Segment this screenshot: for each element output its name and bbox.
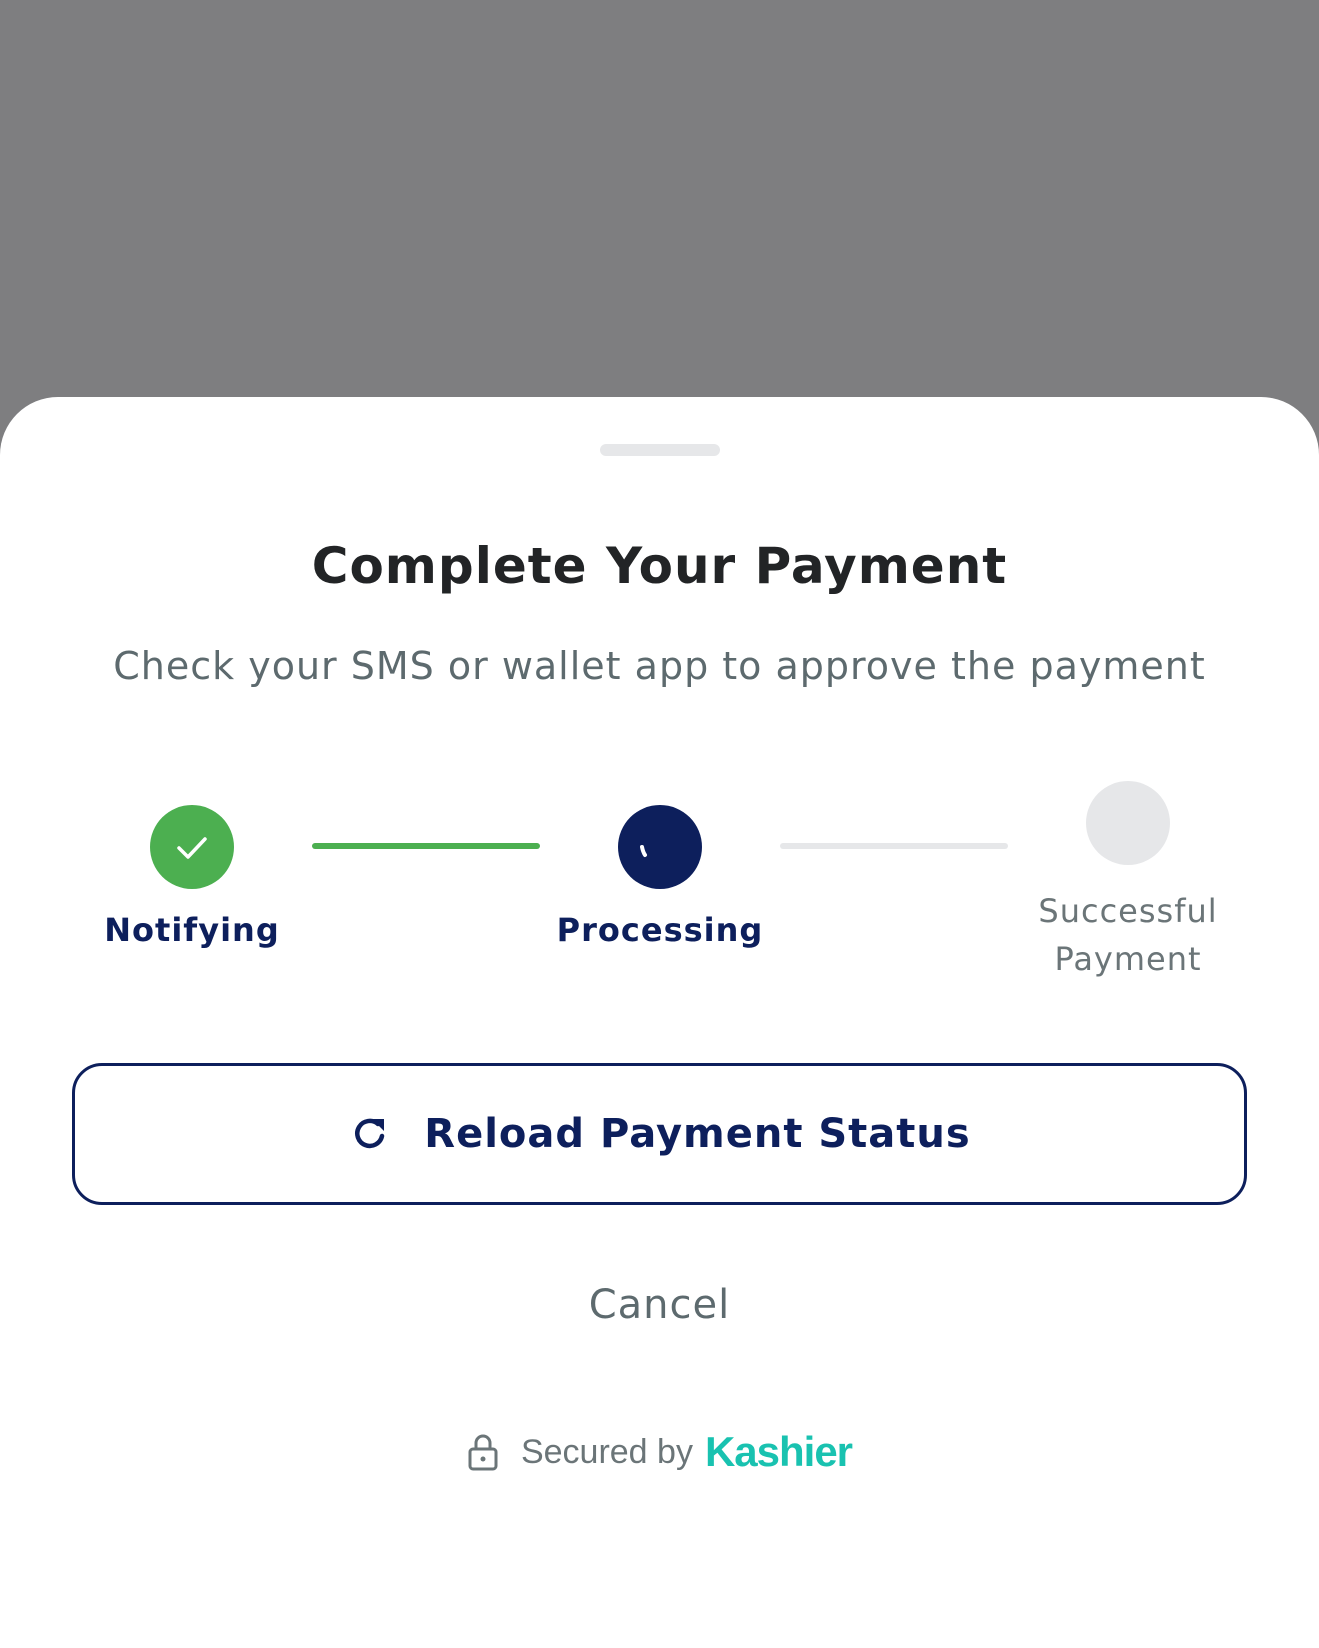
secured-by-footer: Secured by Kashier <box>0 1427 1319 1477</box>
payment-bottom-sheet: Complete Your Payment Check your SMS or … <box>0 397 1319 1648</box>
step-connector-completed <box>312 843 540 849</box>
step-successful-indicator <box>1086 781 1170 865</box>
cancel-button[interactable]: Cancel <box>0 1282 1319 1328</box>
page-subtitle: Check your SMS or wallet app to approve … <box>113 644 1206 688</box>
modal-backdrop[interactable] <box>0 0 1319 400</box>
step-successful-label: Successful Payment <box>998 887 1258 983</box>
drag-handle[interactable] <box>600 444 720 456</box>
step-processing-indicator <box>618 805 702 889</box>
step-processing-label: Processing <box>556 911 764 949</box>
step-notifying-label: Notifying <box>104 911 280 949</box>
refresh-icon <box>355 1118 385 1149</box>
spinner-icon <box>640 845 647 857</box>
reload-payment-status-button[interactable]: Reload Payment Status <box>72 1063 1247 1205</box>
kashier-logo: Kashier <box>704 1428 853 1475</box>
check-icon <box>177 837 207 859</box>
secured-by-text: Secured by <box>520 1432 693 1471</box>
step-successful-label-line2: Payment <box>1054 940 1202 978</box>
step-notifying-indicator <box>150 805 234 889</box>
reload-button-label: Reload Payment Status <box>424 1111 971 1157</box>
lock-icon <box>468 1434 498 1471</box>
step-successful-label-line1: Successful <box>1038 892 1218 930</box>
page-title: Complete Your Payment <box>311 537 1008 595</box>
step-connector-pending <box>780 843 1008 849</box>
